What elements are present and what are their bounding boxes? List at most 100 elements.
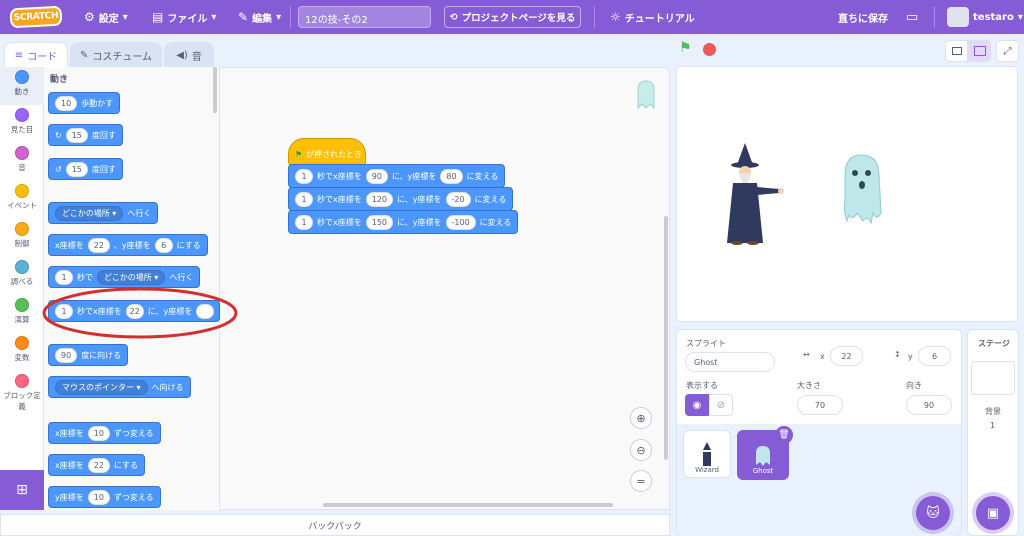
tab-costumes[interactable]: ✎ コスチューム bbox=[70, 42, 162, 68]
block-go-to[interactable]: どこかの場所 ▾ へ行く bbox=[48, 202, 159, 224]
category-motion[interactable]: 動き bbox=[0, 67, 44, 105]
number-input[interactable]: 15 bbox=[65, 161, 88, 177]
zoom-in-button[interactable]: ⊕ bbox=[630, 407, 652, 429]
hide-sprite-button[interactable]: ⊘ bbox=[709, 394, 733, 416]
number-input[interactable]: 10 bbox=[87, 489, 110, 505]
target-dropdown[interactable]: マウスのポインター ▾ bbox=[55, 379, 148, 395]
full-screen-button[interactable]: ⤢ bbox=[996, 40, 1019, 62]
number-input[interactable]: -100 bbox=[445, 214, 476, 230]
stage-canvas[interactable] bbox=[676, 66, 1018, 322]
edit-menu[interactable]: ✎ 編集 ▾ bbox=[238, 0, 281, 34]
tab-sounds[interactable]: ◀) 音 bbox=[164, 42, 214, 68]
glide-xy-block[interactable]: 1 秒でx座標を 120 に、y座標を -20 に変える bbox=[288, 187, 514, 211]
category-sensing[interactable]: 調べる bbox=[0, 257, 44, 295]
number-input[interactable]: 10 bbox=[55, 95, 78, 111]
block-turn-right[interactable]: ↻ 15 度回す bbox=[48, 124, 123, 146]
backpack-bar[interactable]: バックパック bbox=[0, 514, 670, 536]
size-label: 大きさ bbox=[797, 381, 821, 390]
block-change-x[interactable]: x座標を 10 ずつ変える bbox=[48, 422, 161, 444]
script-horizontal-scrollbar[interactable] bbox=[323, 503, 613, 507]
settings-menu[interactable]: ⚙ 設定 ▾ bbox=[84, 0, 128, 34]
category-variables[interactable]: 変数 bbox=[0, 333, 44, 371]
choose-backdrop-button[interactable]: ▣ bbox=[976, 496, 1010, 530]
block-turn-left[interactable]: ↺ 15 度回す bbox=[48, 158, 123, 180]
block-change-y[interactable]: y座標を 10 ずつ変える bbox=[48, 486, 161, 508]
target-dropdown[interactable]: どこかの場所 ▾ bbox=[55, 205, 124, 221]
folder-icon[interactable]: ▭ bbox=[906, 0, 918, 34]
size-input[interactable]: 70 bbox=[797, 395, 843, 415]
large-stage-button[interactable] bbox=[968, 40, 991, 62]
caret-down-icon: ▾ bbox=[276, 11, 282, 23]
category-sound[interactable]: 音 bbox=[0, 143, 44, 181]
number-input[interactable]: 22 bbox=[87, 457, 110, 473]
x-position-input[interactable]: 22 bbox=[830, 346, 863, 366]
backdrop-thumbnail[interactable] bbox=[971, 361, 1015, 395]
delete-sprite-button[interactable]: 🗑 bbox=[775, 426, 793, 444]
block-set-x[interactable]: x座標を 22 にする bbox=[48, 454, 146, 476]
block-text: 度に向ける bbox=[81, 350, 122, 360]
see-project-page-button[interactable]: ⟲ プロジェクトページを見る bbox=[444, 6, 581, 28]
block-point-towards[interactable]: マウスのポインター ▾ へ向ける bbox=[48, 376, 191, 398]
project-title-input[interactable]: 12の技-その2 bbox=[298, 6, 431, 28]
when-flag-clicked-block[interactable]: ⚑ が押されたとき bbox=[288, 138, 366, 166]
sprite-name: Ghost bbox=[752, 467, 774, 475]
choose-sprite-button[interactable]: 🐱 bbox=[916, 496, 950, 530]
number-input[interactable]: 6 bbox=[154, 237, 173, 253]
target-dropdown[interactable]: どこかの場所 ▾ bbox=[97, 269, 166, 285]
show-sprite-button[interactable]: ◉ bbox=[685, 394, 709, 416]
file-menu[interactable]: ▤ ファイル ▾ bbox=[152, 0, 216, 34]
number-input[interactable]: 90 bbox=[365, 168, 388, 184]
sprite-name-input[interactable]: Ghost bbox=[685, 352, 775, 372]
y-position-input[interactable]: 6 bbox=[918, 346, 951, 366]
script-vertical-scrollbar[interactable] bbox=[664, 216, 668, 460]
account-menu[interactable]: testaro ▾ bbox=[973, 0, 1023, 34]
number-input[interactable]: -20 bbox=[445, 191, 471, 207]
block-go-to-xy[interactable]: x座標を 22 、y座標を 6 にする bbox=[48, 234, 208, 256]
x-arrows-icon: ↔ bbox=[803, 350, 810, 359]
category-menu: 動き 見た目 音 イベント 制御 調べる 演算 変数 ブロック定義 bbox=[0, 67, 44, 470]
number-input[interactable]: 1 bbox=[295, 214, 313, 230]
tutorials-button[interactable]: ☼ チュートリアル bbox=[610, 0, 695, 34]
block-text: x座標を bbox=[55, 240, 84, 250]
green-flag-button[interactable]: ⚑ bbox=[679, 40, 692, 56]
number-input[interactable]: 10 bbox=[87, 425, 110, 441]
number-input[interactable]: 90 bbox=[55, 347, 78, 363]
category-my-blocks[interactable]: ブロック定義 bbox=[0, 371, 44, 415]
zoom-out-button[interactable]: ⊖ bbox=[630, 439, 652, 461]
palette-scrollbar[interactable] bbox=[213, 67, 217, 113]
stop-button[interactable] bbox=[703, 43, 716, 56]
sprite-thumb-wizard[interactable]: Wizard bbox=[683, 430, 731, 478]
number-input[interactable]: 80 bbox=[440, 168, 463, 184]
number-input[interactable]: 1 bbox=[295, 191, 313, 207]
number-input[interactable]: 150 bbox=[365, 214, 394, 230]
add-extension-button[interactable]: ⊞ bbox=[0, 470, 44, 510]
number-input[interactable]: 22 bbox=[87, 237, 110, 253]
image-plus-icon: ▣ bbox=[986, 505, 1000, 521]
tab-code[interactable]: ≡ コード bbox=[4, 42, 68, 68]
direction-input[interactable]: 90 bbox=[906, 395, 952, 415]
category-looks[interactable]: 見た目 bbox=[0, 105, 44, 143]
wizard-sprite[interactable] bbox=[727, 143, 784, 245]
category-events[interactable]: イベント bbox=[0, 181, 44, 219]
show-label: 表示する bbox=[686, 381, 718, 390]
number-input[interactable]: 15 bbox=[65, 127, 88, 143]
glide-xy-block[interactable]: 1 秒でx座標を 90 に、y座標を 80 に変える bbox=[288, 164, 506, 188]
number-input[interactable]: 1 bbox=[55, 269, 73, 285]
ghost-sprite[interactable] bbox=[843, 154, 882, 225]
wizard-thumbnail bbox=[703, 442, 711, 466]
small-stage-button[interactable] bbox=[945, 40, 968, 62]
number-input[interactable]: 1 bbox=[295, 168, 313, 184]
scratch-logo[interactable]: SCRATCH bbox=[9, 5, 63, 29]
avatar[interactable] bbox=[947, 7, 969, 27]
block-move-steps[interactable]: 10 歩動かす bbox=[48, 92, 121, 114]
glide-xy-block[interactable]: 1 秒でx座標を 150 に、y座標を -100 に変える bbox=[288, 210, 519, 234]
ghost-thumbnail bbox=[756, 446, 770, 466]
number-input[interactable]: 120 bbox=[365, 191, 394, 207]
save-now-button[interactable]: 直ちに保存 bbox=[838, 0, 888, 34]
zoom-reset-button[interactable]: = bbox=[630, 470, 652, 492]
cat-plus-icon: 🐱 bbox=[926, 505, 940, 521]
category-operators[interactable]: 演算 bbox=[0, 295, 44, 333]
category-control[interactable]: 制御 bbox=[0, 219, 44, 257]
small-stage-icon bbox=[951, 47, 962, 55]
block-point-in-direction[interactable]: 90 度に向ける bbox=[48, 344, 129, 366]
